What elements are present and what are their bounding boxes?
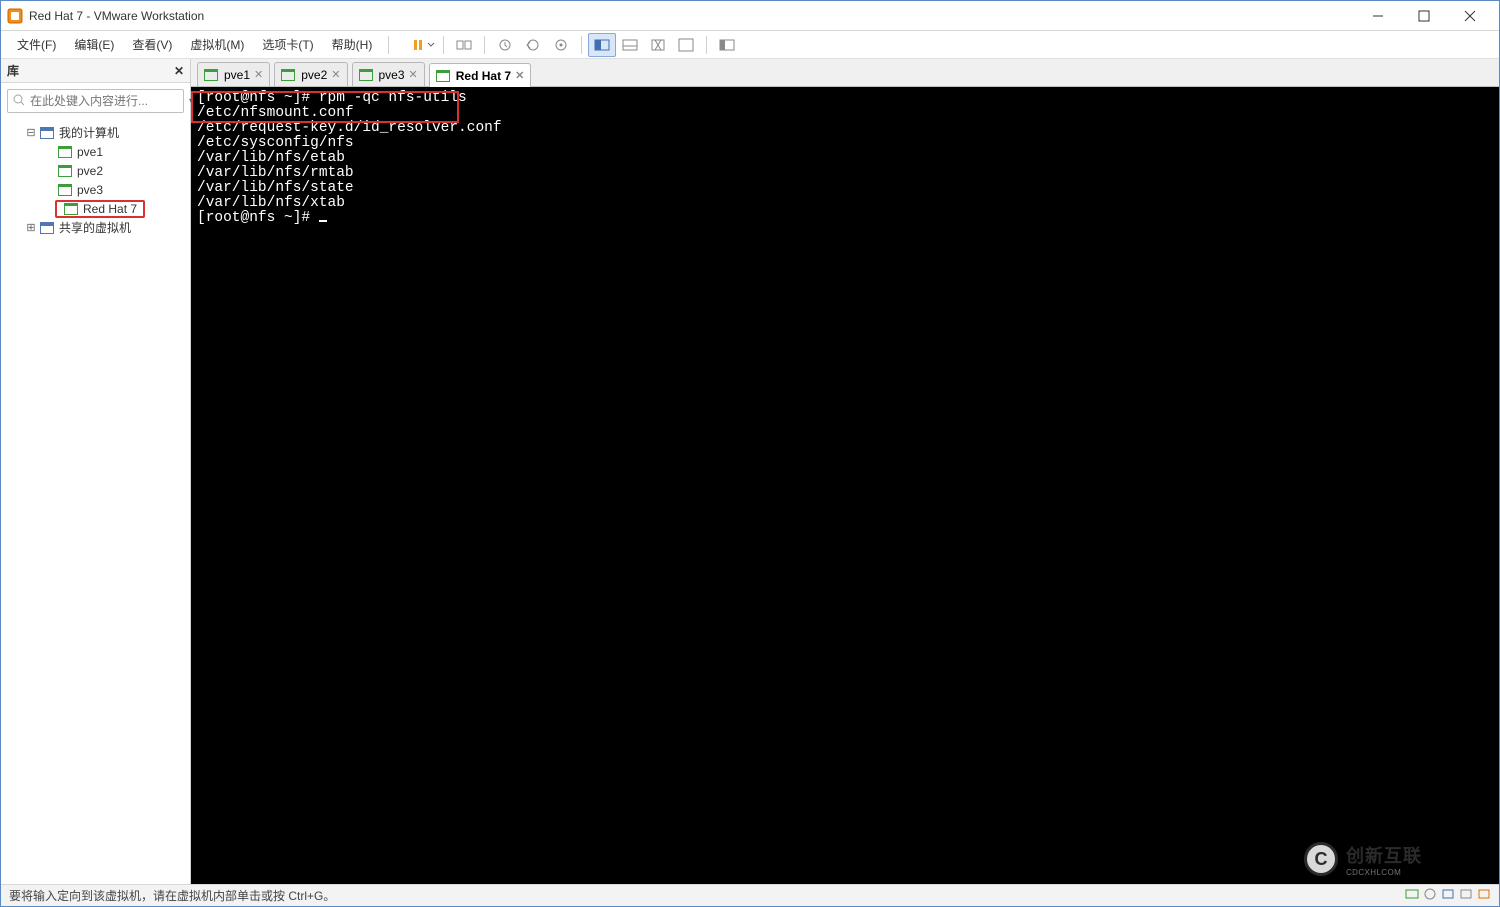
pause-button[interactable] [409, 33, 437, 57]
tree-label: 我的计算机 [59, 124, 119, 141]
tab-pve1[interactable]: pve1 ✕ [197, 62, 270, 86]
library-toggle-button[interactable] [713, 33, 741, 57]
menu-vm[interactable]: 虚拟机(M) [182, 32, 252, 57]
device-icon[interactable] [1459, 888, 1473, 903]
tree-item-pve2[interactable]: pve2 [3, 161, 188, 180]
separator [388, 36, 389, 54]
window-controls [1355, 1, 1493, 31]
main-area: pve1 ✕ pve2 ✕ pve3 ✕ Red Hat 7 ✕ [root@nfs ~… [191, 59, 1499, 884]
separator [484, 36, 485, 54]
app-window: Red Hat 7 - VMware Workstation 文件(F) 编辑(… [0, 0, 1500, 907]
tree-item-redhat7[interactable]: Red Hat 7 [3, 199, 188, 218]
sidebar: 库 ✕ ▾ ⊟ 我的计算机 pve1 pve2 [1, 59, 191, 884]
terminal-line: /etc/request-key.d/id_resolver.conf [197, 121, 1493, 136]
vm-icon [58, 182, 74, 198]
status-tray [1405, 888, 1491, 903]
menu-help[interactable]: 帮助(H) [324, 32, 381, 57]
tree-label: pve3 [77, 183, 103, 197]
tree-item-pve1[interactable]: pve1 [3, 142, 188, 161]
close-icon[interactable]: ✕ [409, 68, 418, 81]
terminal-line: /var/lib/nfs/xtab [197, 196, 1493, 211]
search-box[interactable]: ▾ [7, 89, 184, 113]
search-input[interactable] [30, 94, 185, 108]
device-icon[interactable] [1405, 888, 1419, 903]
titlebar: Red Hat 7 - VMware Workstation [1, 1, 1499, 31]
search-icon [12, 93, 26, 110]
tree-label: Red Hat 7 [83, 202, 137, 216]
minimize-button[interactable] [1355, 1, 1401, 31]
computer-icon [40, 220, 56, 236]
close-icon[interactable]: ✕ [254, 68, 263, 81]
computer-icon [40, 125, 56, 141]
annotation-box [191, 91, 459, 123]
tab-pve2[interactable]: pve2 ✕ [274, 62, 347, 86]
statusbar: 要将输入定向到该虚拟机，请在虚拟机内部单击或按 Ctrl+G。 [1, 884, 1499, 906]
close-icon[interactable]: ✕ [515, 69, 524, 82]
separator [706, 36, 707, 54]
terminal-line: /var/lib/nfs/state [197, 181, 1493, 196]
tree-item-pve3[interactable]: pve3 [3, 180, 188, 199]
view-unity-button[interactable] [644, 33, 672, 57]
vm-tabs: pve1 ✕ pve2 ✕ pve3 ✕ Red Hat 7 ✕ [191, 59, 1499, 87]
tree-label: 共享的虚拟机 [59, 219, 131, 236]
device-icon[interactable] [1477, 888, 1491, 903]
app-icon [7, 8, 23, 24]
device-icon[interactable] [1441, 888, 1455, 903]
menubar: 文件(F) 编辑(E) 查看(V) 虚拟机(M) 选项卡(T) 帮助(H) [1, 31, 1499, 59]
tree-root-my-computer[interactable]: ⊟ 我的计算机 [3, 123, 188, 142]
cursor [319, 220, 327, 222]
snapshot-manager-button[interactable] [547, 33, 575, 57]
vm-icon [204, 69, 218, 81]
tab-label: pve1 [224, 68, 250, 82]
view-thumbnail-button[interactable] [616, 33, 644, 57]
content-area: 库 ✕ ▾ ⊟ 我的计算机 pve1 pve2 [1, 59, 1499, 884]
menu-tabs[interactable]: 选项卡(T) [254, 32, 321, 57]
status-message: 要将输入定向到该虚拟机，请在虚拟机内部单击或按 Ctrl+G。 [9, 887, 335, 904]
tab-pve3[interactable]: pve3 ✕ [352, 62, 425, 86]
tab-label: pve3 [379, 68, 405, 82]
tab-label: Red Hat 7 [456, 69, 511, 83]
snapshot-button[interactable] [491, 33, 519, 57]
vm-icon [359, 69, 373, 81]
menu-file[interactable]: 文件(F) [9, 32, 64, 57]
vm-icon [64, 201, 80, 217]
window-title: Red Hat 7 - VMware Workstation [29, 9, 1355, 23]
sidebar-title: 库 [7, 62, 19, 79]
device-icon[interactable] [1423, 888, 1437, 903]
vm-icon [281, 69, 295, 81]
sidebar-close-button[interactable]: ✕ [174, 64, 184, 78]
close-icon[interactable]: ✕ [331, 68, 340, 81]
tab-label: pve2 [301, 68, 327, 82]
vm-tree: ⊟ 我的计算机 pve1 pve2 pve3 [1, 119, 190, 884]
terminal[interactable]: [root@nfs ~]# rpm -qc nfs-utils /etc/nfs… [191, 87, 1499, 884]
menu-edit[interactable]: 编辑(E) [66, 32, 122, 57]
view-fullscreen-button[interactable] [672, 33, 700, 57]
toolbar [409, 33, 741, 57]
vm-icon [436, 70, 450, 82]
maximize-button[interactable] [1401, 1, 1447, 31]
separator [443, 36, 444, 54]
vm-icon [58, 144, 74, 160]
menu-view[interactable]: 查看(V) [124, 32, 180, 57]
sidebar-header: 库 ✕ [1, 59, 190, 83]
separator [581, 36, 582, 54]
view-console-button[interactable] [588, 33, 616, 57]
tree-shared-vms[interactable]: ⊞ 共享的虚拟机 [3, 218, 188, 237]
vm-icon [58, 163, 74, 179]
send-button[interactable] [450, 33, 478, 57]
terminal-line: /var/lib/nfs/rmtab [197, 166, 1493, 181]
close-button[interactable] [1447, 1, 1493, 31]
terminal-line: [root@nfs ~]# [197, 211, 1493, 226]
tree-label: pve2 [77, 164, 103, 178]
snapshot-revert-button[interactable] [519, 33, 547, 57]
tree-label: pve1 [77, 145, 103, 159]
terminal-line: /var/lib/nfs/etab [197, 151, 1493, 166]
terminal-line: /etc/sysconfig/nfs [197, 136, 1493, 151]
tab-redhat7[interactable]: Red Hat 7 ✕ [429, 63, 532, 87]
